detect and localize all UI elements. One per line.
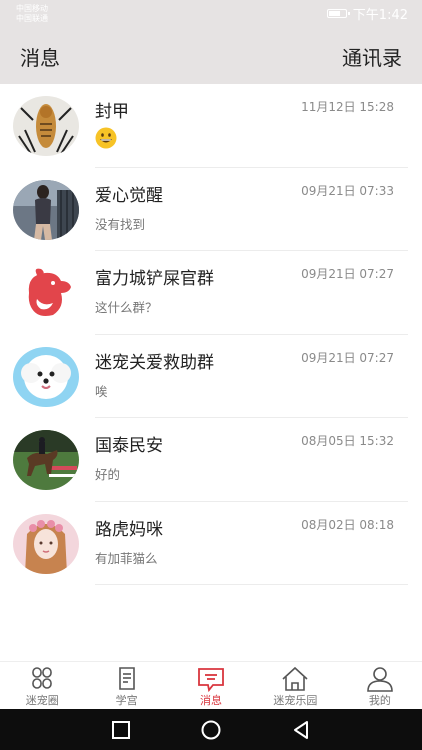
- clover-icon: [32, 667, 53, 689]
- chat-name: 迷宠关爱救助群: [95, 352, 214, 373]
- tab-label: 迷宠乐园: [273, 694, 318, 707]
- chat-item[interactable]: 路虎妈咪 08月02日 08:18 有加菲猫么: [0, 502, 422, 585]
- flower-girl-avatar: [13, 513, 79, 574]
- chat-name: 国泰民安: [95, 436, 163, 456]
- chat-time: 08月05日 15:32: [301, 434, 394, 448]
- chat-name: 富力城铲屎官群: [95, 269, 214, 289]
- chat-time: 09月21日 07:27: [301, 267, 394, 281]
- chat-preview: 有加菲猫么: [95, 550, 158, 566]
- bottom-tab-bar: 迷宠圈 学宫 消息 迷宠乐园 我的: [0, 661, 422, 709]
- grinning-face-emoji-icon: [95, 127, 117, 149]
- chat-item[interactable]: 封甲 11月12日 15:28: [0, 84, 422, 168]
- message-icon: [198, 668, 224, 693]
- carrier-info: 中国移动 中国联通: [16, 4, 48, 24]
- chat-list: 封甲 11月12日 15:28 爱心觉醒 09月21日 07:33 没有找到 富…: [0, 84, 422, 585]
- home-button-icon[interactable]: [200, 719, 222, 741]
- chat-preview: 好的: [95, 467, 121, 482]
- chat-preview: 唉: [95, 383, 108, 399]
- chat-item[interactable]: 迷宠关爱救助群 09月21日 07:27 唉: [0, 335, 422, 418]
- tab-academy[interactable]: 学宫: [84, 662, 168, 709]
- white-dog-avatar: [13, 346, 79, 407]
- tiger-photo-avatar: [13, 96, 79, 156]
- chat-time: 09月21日 07:27: [301, 350, 394, 365]
- tab-label: 消息: [200, 694, 223, 707]
- status-bar: 中国移动 中国联通 下午1:42: [0, 0, 422, 28]
- page-title: 消息: [20, 46, 60, 70]
- tab-label: 迷宠圈: [25, 694, 59, 707]
- user-icon: [367, 667, 393, 692]
- battery-icon: [326, 8, 350, 18]
- chat-name: 爱心觉醒: [95, 185, 163, 206]
- chat-preview: 没有找到: [95, 216, 146, 232]
- tab-park[interactable]: 迷宠乐园: [253, 662, 337, 709]
- chat-preview: 这什么群？: [95, 300, 158, 315]
- pet-logo-avatar: [13, 263, 79, 323]
- divider: [95, 584, 408, 585]
- tab-label: 学宫: [115, 694, 138, 707]
- tab-circle[interactable]: 迷宠圈: [0, 662, 84, 709]
- chat-time: 08月02日 08:18: [301, 517, 394, 532]
- chat-time: 11月12日 15:28: [301, 100, 394, 114]
- chat-name: 封甲: [95, 102, 129, 122]
- contacts-button[interactable]: 通讯录: [342, 42, 402, 71]
- carrier-line-2: 中国联通: [16, 14, 48, 23]
- carrier-line-1: 中国移动: [16, 4, 48, 13]
- chat-item[interactable]: 爱心觉醒 09月21日 07:33 没有找到: [0, 168, 422, 251]
- back-button-icon[interactable]: [290, 719, 312, 741]
- woman-photo-avatar: [13, 179, 79, 240]
- chat-time: 09月21日 07:33: [301, 183, 394, 198]
- book-icon: [118, 667, 135, 690]
- chat-item[interactable]: 富力城铲屎官群 09月21日 07:27 这什么群？: [0, 251, 422, 335]
- recent-apps-icon[interactable]: [110, 719, 132, 741]
- system-nav-bar: [0, 709, 422, 750]
- tab-me[interactable]: 我的: [338, 662, 422, 709]
- tab-messages[interactable]: 消息: [169, 662, 253, 709]
- home-icon: [282, 666, 308, 691]
- horse-rider-avatar: [13, 430, 79, 490]
- app-header: 消息 通讯录: [0, 28, 422, 84]
- tab-label: 我的: [368, 694, 391, 707]
- chat-name: 路虎妈咪: [95, 519, 163, 540]
- chat-item[interactable]: 国泰民安 08月05日 15:32 好的: [0, 418, 422, 502]
- status-time: 下午1:42: [352, 7, 408, 23]
